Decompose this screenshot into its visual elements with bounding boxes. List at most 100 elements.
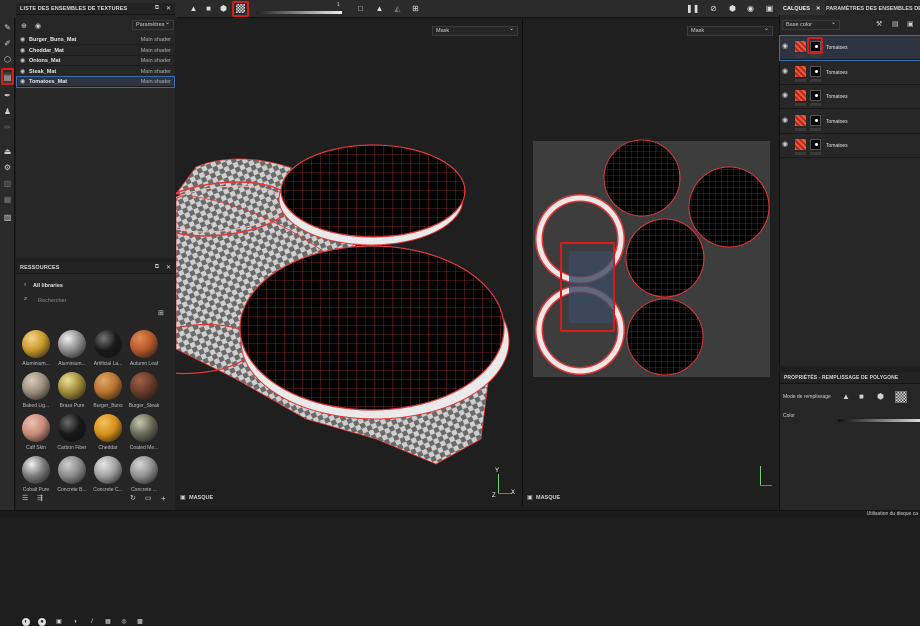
clone-icon[interactable]: ♟ (2, 106, 13, 117)
filter-material-icon[interactable]: ● (38, 618, 46, 626)
filter-env-icon[interactable]: ▩ (136, 618, 144, 626)
layers-stack-icon[interactable]: ▥ (2, 178, 13, 189)
textureset-row[interactable]: ◉ Cheddar_Mat Main shader (17, 46, 174, 56)
render-icon[interactable]: ◉ (746, 4, 755, 13)
fill-thumbnail[interactable] (795, 65, 806, 77)
picker-icon[interactable]: ✏ (2, 122, 13, 133)
fill-thumbnail[interactable] (795, 90, 806, 101)
settings-icon[interactable]: ⚙ (2, 162, 13, 173)
eye-icon[interactable]: ◉ (782, 42, 788, 50)
filter-texture-icon[interactable]: ▦ (104, 618, 112, 626)
eye-icon[interactable]: ◉ (20, 35, 25, 45)
material-tile[interactable]: Burger_Buns (92, 372, 124, 416)
fill-cube-icon[interactable]: ⬢ (877, 392, 884, 401)
filter-particle-icon[interactable]: ◎ (120, 618, 128, 626)
effect-icon[interactable]: ▣ (907, 20, 914, 28)
refresh-icon[interactable]: ↻ (130, 494, 136, 502)
screenshot-icon[interactable]: ▣ (765, 4, 774, 13)
material-tile[interactable]: Cheddar (92, 414, 124, 458)
float-icon[interactable]: ⧉ (155, 264, 159, 271)
eye-icon[interactable]: ◉ (20, 46, 25, 56)
material-tile[interactable]: Aluminium... (20, 330, 52, 374)
cube-view-icon[interactable]: ⬢ (728, 4, 737, 13)
add-icon[interactable]: ⊕ (21, 22, 27, 30)
layer-row[interactable]: ◉ Tomatoes (780, 109, 920, 134)
eye-icon[interactable]: ◉ (782, 116, 788, 124)
close-icon[interactable]: ✕ (166, 264, 171, 271)
smudge-icon[interactable]: ✒ (2, 90, 13, 101)
filter-all-icon[interactable]: ◐ (22, 618, 30, 626)
material-tile[interactable]: Concrete C... (92, 456, 124, 500)
pause-icon[interactable]: ❚❚ (686, 4, 699, 13)
triangle-icon[interactable]: ▲ (189, 4, 198, 13)
filter-brush-icon[interactable]: / (88, 618, 96, 626)
close-icon[interactable]: ✕ (816, 6, 821, 12)
triangle-outline-icon[interactable]: ▲ (375, 4, 384, 13)
mask-thumbnail[interactable] (810, 114, 821, 126)
square-icon[interactable]: ■ (204, 4, 213, 13)
mask-thumbnail[interactable] (810, 65, 821, 77)
grid-view-icon[interactable]: ⊞ (158, 309, 164, 317)
mask-thumbnail[interactable] (810, 139, 821, 150)
viewport2d-mode-dropdown[interactable]: Mask (687, 25, 773, 36)
filter-mask-icon[interactable]: ◑ (71, 618, 79, 626)
textureset-row[interactable]: ◉ Steak_Mat Main shader (17, 67, 174, 77)
textureset-row[interactable]: ◉ Burger_Buns_Mat Main shader (17, 35, 174, 45)
paint-brush-icon[interactable]: ✎ (2, 22, 13, 33)
material-tile[interactable]: Aluminium... (56, 330, 88, 374)
material-tile[interactable]: Burger_Steak (128, 372, 160, 416)
layer-row[interactable]: ◉ Tomatoes (780, 134, 920, 158)
material-tile[interactable]: Brass Pure (56, 372, 88, 416)
import-icon[interactable]: ⇶ (37, 494, 43, 502)
channel-dropdown[interactable]: Base color (782, 19, 840, 30)
search-input[interactable]: Rechercher (38, 298, 66, 304)
material-tile[interactable]: Autumn Leaf (128, 330, 160, 374)
layer-row[interactable]: ◉ Tomatoes (780, 85, 920, 109)
search-icon[interactable]: ⌕ (24, 296, 27, 303)
tab-textureset-settings[interactable]: PARAMÈTRES DES ENSEMBLES DE (826, 3, 920, 15)
eye-icon[interactable]: ◉ (782, 91, 788, 99)
material-tile[interactable]: Concrete B... (56, 456, 88, 500)
color-slider[interactable] (838, 419, 920, 422)
opacity-slider[interactable] (256, 11, 342, 14)
eye-icon[interactable]: ◉ (20, 77, 25, 87)
library-label[interactable]: All libraries (33, 283, 63, 289)
eye-icon[interactable]: ◉ (782, 140, 788, 148)
material-tile[interactable]: Carbon Fiber (56, 414, 88, 458)
uv-icon[interactable]: ◭ (393, 4, 402, 13)
cube-icon[interactable]: ⬢ (219, 4, 228, 13)
eye-icon[interactable]: ◉ (35, 22, 41, 30)
fill-square-icon[interactable]: ■ (859, 392, 864, 401)
textureset-row[interactable]: ◉ Onions_Mat Main shader (17, 56, 174, 66)
material-tile[interactable]: Baked Lig... (20, 372, 52, 416)
params-dropdown[interactable]: Paramètres (132, 19, 174, 30)
close-icon[interactable]: ✕ (166, 5, 171, 12)
bake-icon[interactable]: ⏏ (2, 146, 13, 157)
float-icon[interactable]: ⧉ (155, 5, 159, 12)
fill-uv-icon[interactable] (895, 391, 907, 403)
export-icon[interactable]: ▨ (2, 212, 13, 223)
list-icon[interactable]: ☰ (22, 494, 28, 502)
fill-thumbnail[interactable] (795, 114, 806, 126)
add-resource-icon[interactable]: + (161, 494, 166, 503)
move-icon[interactable]: ⊞ (411, 4, 420, 13)
material-tile[interactable]: Artificial La... (92, 330, 124, 374)
viewport-2d[interactable]: Mask (523, 19, 778, 506)
viewport-3d[interactable]: Mask Y Z X (176, 19, 522, 506)
display-icon[interactable]: ▦ (2, 194, 13, 205)
uv-square-icon[interactable]: □ (356, 4, 365, 13)
fill-thumbnail[interactable] (795, 139, 806, 150)
mask-thumbnail[interactable] (810, 90, 821, 101)
material-tile[interactable]: Coated Me... (128, 414, 160, 458)
eye-icon[interactable]: ◉ (20, 67, 25, 77)
filter-smart-icon[interactable]: ▣ (55, 618, 63, 626)
layer-row[interactable]: ◉ Tomatoes (780, 60, 920, 85)
folder-icon[interactable]: ▭ (145, 494, 152, 502)
eye-icon[interactable]: ◉ (782, 67, 788, 75)
eye-icon[interactable]: ◉ (20, 56, 25, 66)
fill-triangle-icon[interactable]: ▲ (842, 392, 850, 401)
material-tile[interactable]: Calf Skin (20, 414, 52, 458)
projection-icon[interactable]: ⬡ (2, 54, 13, 65)
brush-tool-icon[interactable]: ⚒ (876, 20, 882, 28)
eraser-icon[interactable]: ✐ (2, 38, 13, 49)
